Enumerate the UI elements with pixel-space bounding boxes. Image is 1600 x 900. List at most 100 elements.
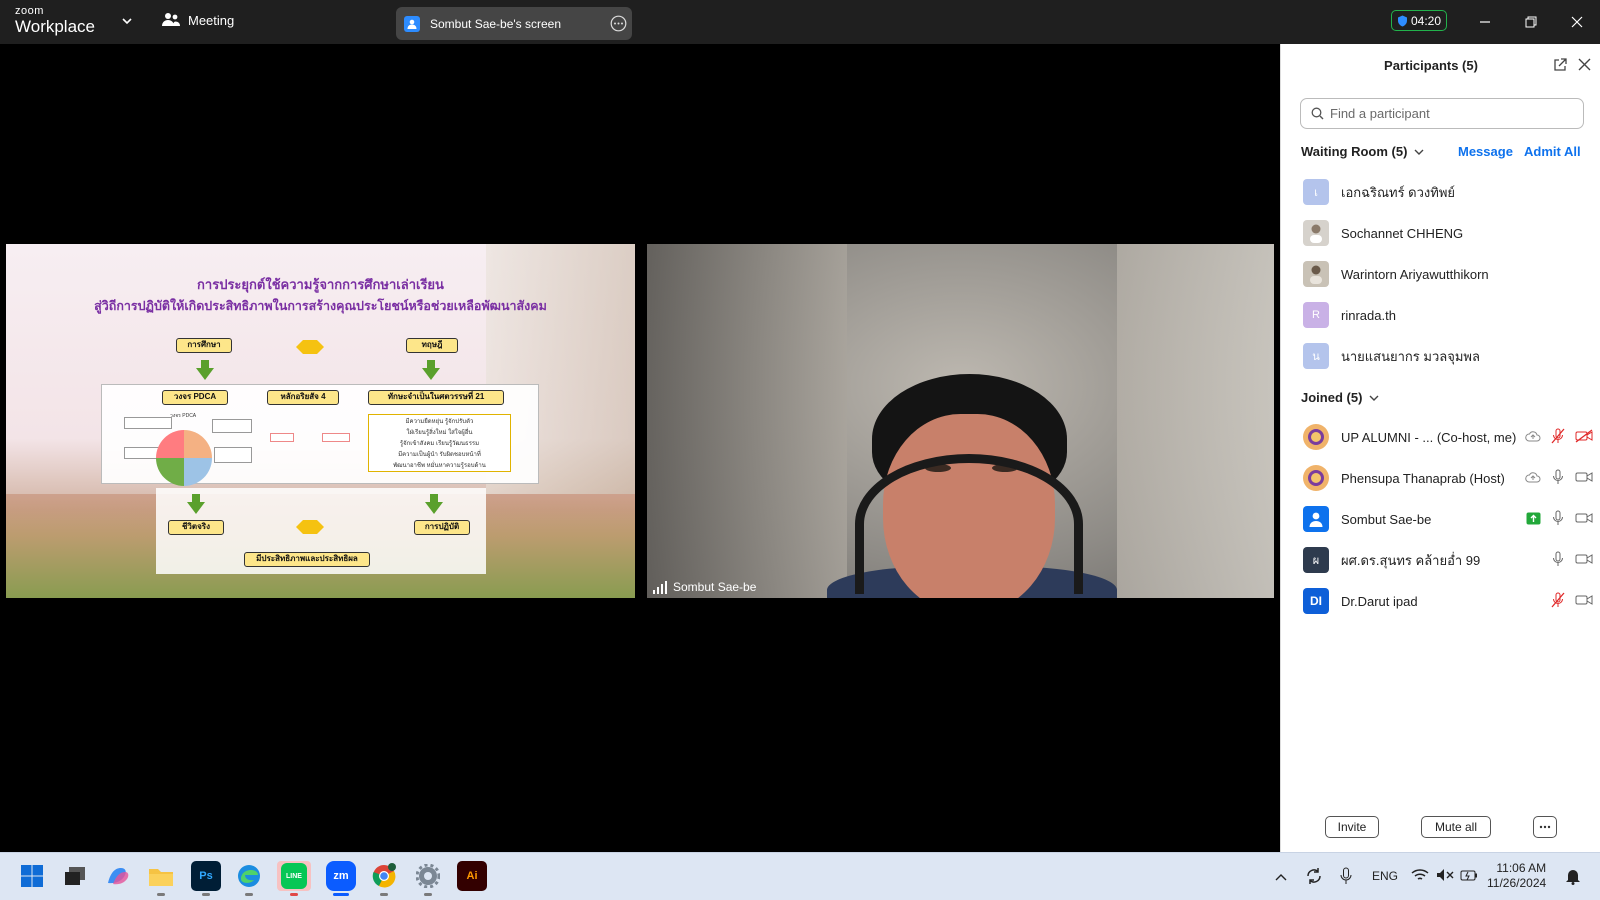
edge-button[interactable] bbox=[234, 861, 264, 896]
participant-status-icons bbox=[1526, 510, 1593, 526]
joined-participant-row[interactable]: UP ALUMNI - ... (Co-host, me) bbox=[1303, 421, 1593, 453]
folder-icon bbox=[149, 869, 173, 886]
participant-name: UP ALUMNI - ... (Co-host, me) bbox=[1341, 429, 1517, 445]
task-view-button[interactable] bbox=[60, 861, 90, 891]
box-practice: การปฏิบัติ bbox=[414, 520, 470, 535]
title-bar: zoom Workplace Meeting Sombut Sae-be's s… bbox=[0, 0, 1600, 44]
slide-title-line1: การประยุกต์ใช้ความรู้จากการศึกษาเล่าเรีย… bbox=[197, 277, 444, 292]
file-explorer-button[interactable] bbox=[146, 861, 176, 896]
avatar: R bbox=[1303, 302, 1329, 328]
settings-button[interactable] bbox=[413, 861, 443, 896]
close-button[interactable] bbox=[1567, 12, 1587, 32]
clock-time: 11:06 AM bbox=[1496, 861, 1547, 875]
participant-status-icons bbox=[1551, 592, 1593, 608]
speaker-muted-icon[interactable] bbox=[1436, 868, 1454, 882]
running-indicator bbox=[333, 893, 349, 896]
participant-video[interactable]: Sombut Sae-be bbox=[647, 244, 1274, 598]
microphone-icon[interactable] bbox=[1551, 510, 1565, 526]
waiting-participant-row[interactable]: เ เอกฉริณทร์ ดวงทิพย์ bbox=[1303, 176, 1593, 208]
screen-share-indicator[interactable]: Sombut Sae-be's screen bbox=[396, 7, 632, 40]
waiting-room-header[interactable]: Waiting Room (5) bbox=[1301, 144, 1425, 159]
user-icon bbox=[404, 15, 420, 32]
meeting-timer[interactable]: 04:20 bbox=[1391, 10, 1447, 31]
copilot-button[interactable] bbox=[103, 861, 133, 891]
arrow-down-icon bbox=[187, 494, 205, 514]
video-off-icon[interactable] bbox=[1575, 429, 1593, 443]
box-principle: หลักอริยสัจ 4 bbox=[267, 390, 339, 405]
chevron-up-icon[interactable] bbox=[1275, 872, 1287, 882]
video-icon[interactable] bbox=[1575, 552, 1593, 566]
chrome-button[interactable] bbox=[369, 861, 399, 896]
skills-line: พัฒนาอาชีพ หมั่นหาความรู้รอบด้าน bbox=[393, 463, 486, 469]
headset-icon bbox=[855, 454, 1083, 594]
illustrator-icon: Ai bbox=[466, 870, 478, 882]
system-clock[interactable]: 11:06 AM 11/26/2024 bbox=[1487, 861, 1546, 891]
joined-participant-row[interactable]: Phensupa Thanaprab (Host) bbox=[1303, 462, 1593, 494]
start-button[interactable] bbox=[17, 861, 47, 891]
restore-button[interactable] bbox=[1521, 12, 1541, 32]
minimize-button[interactable] bbox=[1475, 12, 1495, 32]
admit-all-link[interactable]: Admit All bbox=[1524, 144, 1581, 159]
running-indicator bbox=[424, 893, 432, 896]
avatar: เ bbox=[1303, 179, 1329, 205]
pdca-label: วงจร PDCA bbox=[170, 413, 197, 419]
wifi-icon[interactable] bbox=[1411, 868, 1429, 882]
plus-shape bbox=[296, 340, 324, 354]
video-icon[interactable] bbox=[1575, 470, 1593, 484]
participant-name: Sochannet CHHENG bbox=[1341, 225, 1464, 241]
waiting-participant-row[interactable]: Sochannet CHHENG bbox=[1303, 217, 1593, 249]
shared-screen[interactable]: การประยุกต์ใช้ความรู้จากการศึกษาเล่าเรีย… bbox=[6, 244, 635, 598]
box-study: การศึกษา bbox=[176, 338, 232, 353]
waiting-participant-row[interactable]: Warintorn Ariyawutthikorn bbox=[1303, 258, 1593, 290]
mute-all-button[interactable]: Mute all bbox=[1421, 816, 1491, 838]
brand-small: zoom bbox=[15, 5, 44, 17]
line-button[interactable]: LINE bbox=[277, 861, 311, 896]
invite-button[interactable]: Invite bbox=[1325, 816, 1379, 838]
video-participant-name: Sombut Sae-be bbox=[673, 580, 757, 594]
input-language[interactable]: ENG bbox=[1372, 869, 1398, 883]
pop-out-icon[interactable] bbox=[1553, 58, 1567, 72]
joined-participant-row[interactable]: DI Dr.Darut ipad bbox=[1303, 585, 1593, 617]
zoom-button[interactable]: zm bbox=[326, 861, 356, 896]
participant-search[interactable] bbox=[1300, 98, 1584, 129]
waiting-participant-row[interactable]: R rinrada.th bbox=[1303, 299, 1593, 331]
participant-name: Dr.Darut ipad bbox=[1341, 593, 1418, 609]
photoshop-icon: Ps bbox=[199, 870, 213, 882]
screen-share-icon bbox=[1526, 512, 1541, 524]
close-panel-icon[interactable] bbox=[1578, 58, 1591, 71]
cloud-icon bbox=[1525, 430, 1541, 441]
microphone-icon[interactable] bbox=[1551, 469, 1565, 485]
more-button[interactable] bbox=[1533, 816, 1557, 838]
zoom-workplace-logo[interactable]: zoom Workplace bbox=[15, 5, 95, 36]
microphone-muted-icon[interactable] bbox=[1551, 428, 1565, 444]
search-input[interactable] bbox=[1330, 106, 1570, 121]
sync-icon[interactable] bbox=[1305, 867, 1323, 885]
battery-icon[interactable] bbox=[1460, 868, 1478, 882]
microphone-muted-icon[interactable] bbox=[1551, 592, 1565, 608]
arrow-down-icon bbox=[196, 360, 214, 380]
video-background bbox=[1117, 244, 1274, 598]
notification-bell-icon[interactable] bbox=[1565, 867, 1581, 885]
search-icon bbox=[1311, 107, 1324, 120]
box-reallife: ชีวิตจริง bbox=[168, 520, 224, 535]
avatar: ผ bbox=[1303, 547, 1329, 573]
windows-taskbar: Ps LINE zm Ai ENG 11:06 AM 11/26/2024 bbox=[0, 852, 1600, 900]
waiting-participant-row[interactable]: น นายแสนยากร มวลจุมพล bbox=[1303, 340, 1593, 372]
video-icon[interactable] bbox=[1575, 511, 1593, 525]
chevron-down-icon[interactable] bbox=[121, 15, 133, 27]
message-waiting-link[interactable]: Message bbox=[1458, 144, 1513, 159]
participant-name: Phensupa Thanaprab (Host) bbox=[1341, 470, 1505, 486]
illustrator-button[interactable]: Ai bbox=[457, 861, 487, 891]
photoshop-button[interactable]: Ps bbox=[191, 861, 221, 896]
avatar: DI bbox=[1303, 588, 1329, 614]
joined-header[interactable]: Joined (5) bbox=[1301, 390, 1380, 405]
more-options-icon[interactable] bbox=[610, 15, 627, 32]
joined-participant-row[interactable]: ผ ผศ.ดร.สุนทร คล้ายอ่ำ 99 bbox=[1303, 544, 1593, 576]
meeting-menu[interactable]: Meeting bbox=[162, 12, 234, 28]
video-icon[interactable] bbox=[1575, 593, 1593, 607]
brand-big: Workplace bbox=[15, 17, 95, 36]
chevron-down-icon bbox=[1414, 149, 1424, 155]
microphone-icon[interactable] bbox=[1551, 551, 1565, 567]
microphone-icon[interactable] bbox=[1339, 867, 1353, 885]
joined-participant-row[interactable]: Sombut Sae-be bbox=[1303, 503, 1593, 535]
